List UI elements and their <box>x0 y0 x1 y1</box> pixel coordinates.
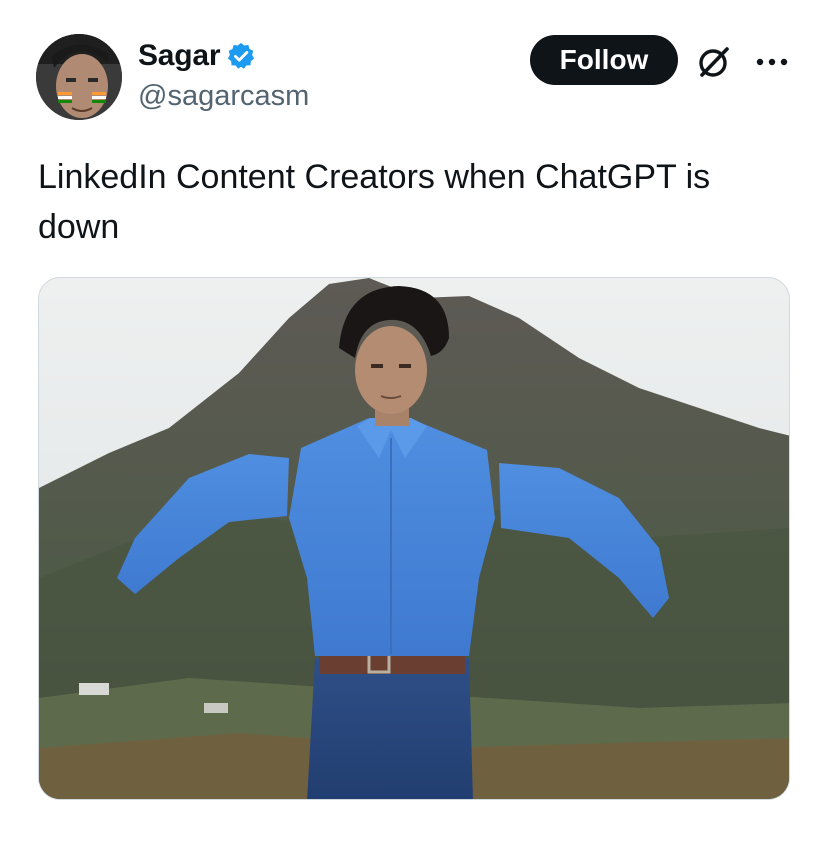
author-name-row[interactable]: Sagar <box>138 38 256 74</box>
author-handle[interactable]: @sagarcasm <box>138 80 309 113</box>
tweet-card: Sagar @sagarcasm Follow LinkedIn Content… <box>0 0 828 842</box>
follow-button[interactable]: Follow <box>530 35 678 85</box>
verified-badge-icon <box>226 41 256 71</box>
avatar[interactable] <box>36 34 122 120</box>
user-avatar-icon <box>36 34 122 120</box>
tweet-media-image[interactable] <box>38 277 790 800</box>
display-name[interactable]: Sagar <box>138 39 221 73</box>
more-options-icon[interactable] <box>752 50 792 74</box>
grok-icon[interactable] <box>694 42 734 82</box>
tweet-text: LinkedIn Content Creators when ChatGPT i… <box>38 158 711 246</box>
meme-photo <box>39 278 789 799</box>
